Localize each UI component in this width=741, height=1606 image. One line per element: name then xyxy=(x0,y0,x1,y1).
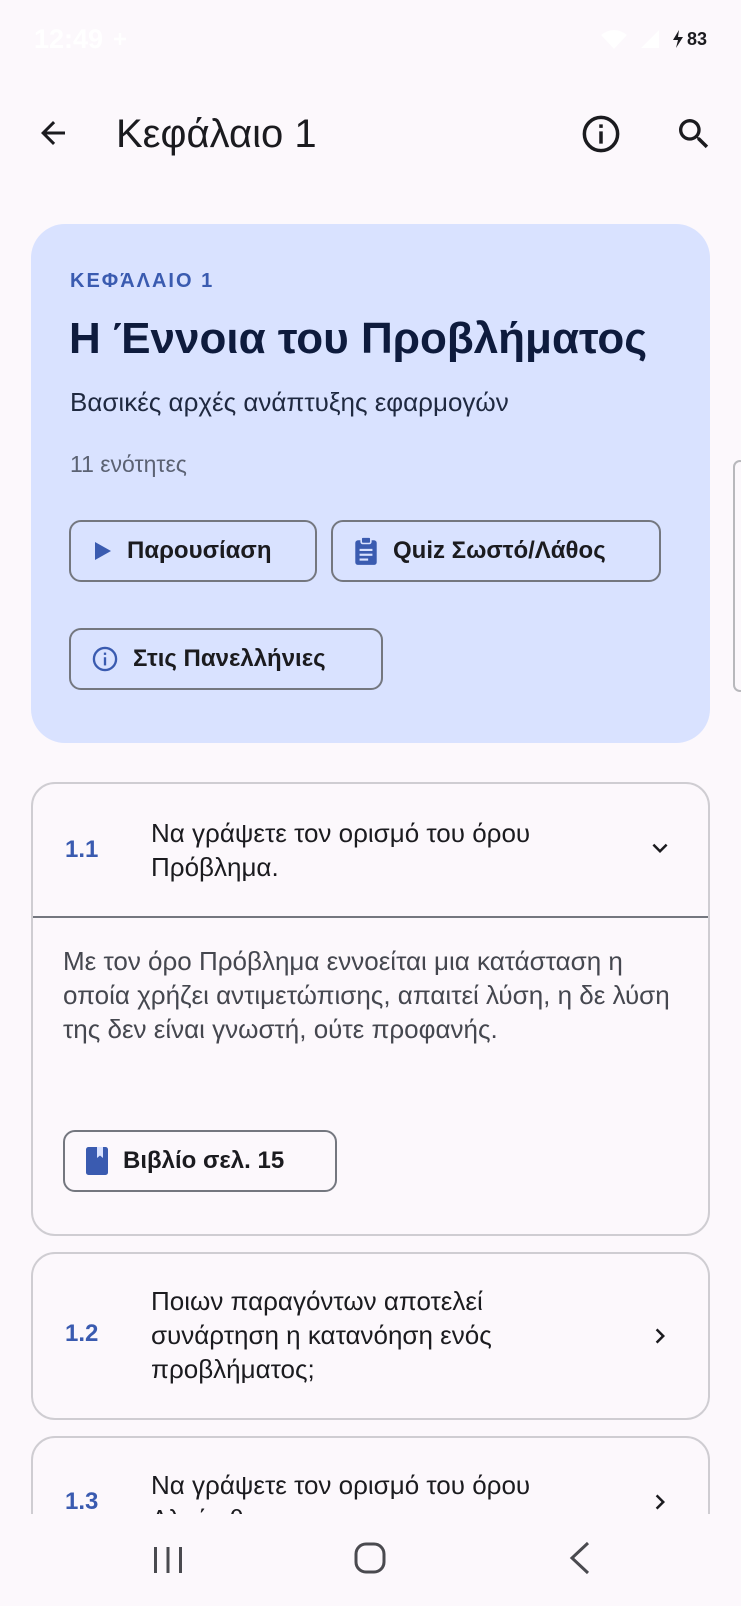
chapter-subtitle: Βασικές αρχές ανάπτυξης εφαρμογών xyxy=(70,387,509,417)
screen: 12:49 83 Κεφάλαιο 1 ΚΕΦΆΛΑΙΟ 1 Η Έννοια … xyxy=(0,0,741,1606)
back-chevron-icon xyxy=(569,1541,590,1575)
status-right: 83 xyxy=(599,27,707,51)
presentation-label: Παρουσίαση xyxy=(127,537,272,564)
question-number: 1.2 xyxy=(65,1320,99,1347)
chapter-title: Η Έννοια του Προβλήματος xyxy=(69,314,648,363)
question-card-1-2[interactable]: 1.2 Ποιων παραγόντων αποτελεί συνάρτηση … xyxy=(31,1252,710,1420)
home-button[interactable] xyxy=(350,1538,390,1578)
system-back-button[interactable] xyxy=(560,1538,600,1578)
quiz-label: Quiz Σωστό/Λάθος xyxy=(393,537,606,564)
question-number: 1.1 xyxy=(65,836,99,863)
scroll-handle[interactable] xyxy=(733,460,741,692)
app-bar: Κεφάλαιο 1 xyxy=(0,90,741,178)
system-nav-bar xyxy=(0,1514,741,1606)
panhellenic-exams-button[interactable]: Στις Πανελλήνιες xyxy=(69,628,383,690)
play-icon xyxy=(95,542,111,560)
section-count: 11 ενότητες xyxy=(70,451,187,477)
recent-apps-button[interactable] xyxy=(148,1540,188,1580)
signal-icon xyxy=(639,28,661,50)
exams-label: Στις Πανελλήνιες xyxy=(133,645,326,672)
page-title: Κεφάλαιο 1 xyxy=(116,112,317,156)
info-outline-icon xyxy=(582,115,620,153)
battery-charging-icon xyxy=(672,30,683,48)
chevron-down-icon[interactable] xyxy=(642,830,678,866)
recent-apps-icon xyxy=(154,1547,182,1573)
book-page-button[interactable]: Βιβλίο σελ. 15 xyxy=(63,1130,337,1192)
book-page-label: Βιβλίο σελ. 15 xyxy=(123,1147,285,1174)
chapter-header-card: ΚΕΦΆΛΑΙΟ 1 Η Έννοια του Προβλήματος Βασι… xyxy=(31,224,710,743)
battery-indicator: 83 xyxy=(671,29,707,50)
chapter-overline: ΚΕΦΆΛΑΙΟ 1 xyxy=(70,270,215,292)
info-icon xyxy=(92,646,118,672)
question-header[interactable]: 1.1 Να γράψετε τον ορισμό του όρου Πρόβλ… xyxy=(33,784,708,916)
notification-icon xyxy=(111,30,129,48)
arrow-left-icon xyxy=(41,121,65,145)
question-number: 1.3 xyxy=(65,1488,99,1515)
battery-level: 83 xyxy=(686,28,707,49)
chevron-right-icon[interactable] xyxy=(642,1318,678,1354)
info-button[interactable] xyxy=(575,108,627,160)
back-button[interactable] xyxy=(28,108,78,158)
question-text: Ποιων παραγόντων αποτελεί συνάρτηση η κα… xyxy=(151,1286,492,1384)
search-icon xyxy=(679,119,709,149)
status-time: 12:49 xyxy=(34,23,104,54)
quiz-button[interactable]: Quiz Σωστό/Λάθος xyxy=(331,520,661,582)
status-left: 12:49 xyxy=(34,24,129,55)
book-icon xyxy=(86,1147,108,1175)
divider xyxy=(33,916,708,918)
wifi-icon xyxy=(599,27,629,51)
answer-text: Με τον όρο Πρόβλημα εννοείται μια κατάστ… xyxy=(63,946,670,1044)
question-card-1-1: 1.1 Να γράψετε τον ορισμό του όρου Πρόβλ… xyxy=(31,782,710,1236)
search-button[interactable] xyxy=(668,108,720,160)
presentation-button[interactable]: Παρουσίαση xyxy=(69,520,317,582)
status-bar: 12:49 83 xyxy=(0,0,741,78)
home-icon xyxy=(354,1542,386,1574)
clipboard-icon xyxy=(355,536,377,565)
question-text: Να γράψετε τον ορισμό του όρου Πρόβλημα. xyxy=(151,818,531,882)
